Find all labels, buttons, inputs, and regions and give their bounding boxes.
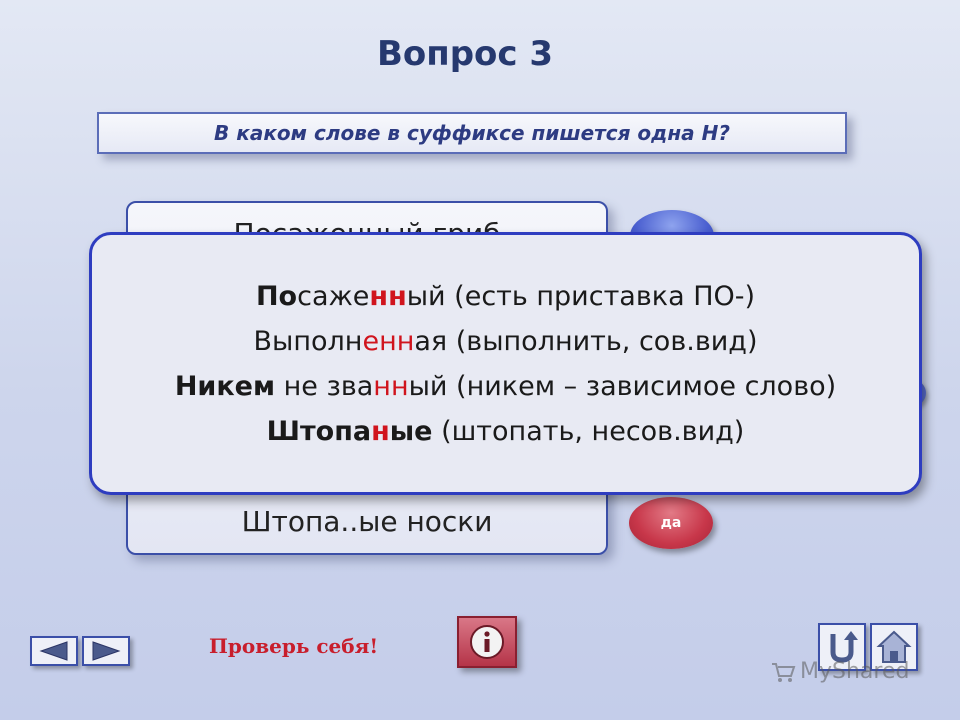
popup-line-2: Выполненная (выполнить, сов.вид) xyxy=(253,325,758,357)
popup-line-1: Посаженный (есть приставка ПО-) xyxy=(255,280,756,312)
watermark-text: MyShared xyxy=(800,659,910,684)
triangle-right-icon xyxy=(92,641,121,661)
triangle-left-icon xyxy=(39,641,68,661)
slide-navigation xyxy=(30,636,130,666)
prev-slide-button[interactable] xyxy=(30,636,78,666)
info-button[interactable] xyxy=(457,616,517,668)
yes-button-label: да xyxy=(660,515,682,531)
popup-line-3: Никем не званный (никем – зависимое слов… xyxy=(174,370,837,402)
answer-option-bottom: Штопа..ые носки xyxy=(241,505,493,538)
question-bar: В каком слове в суффиксе пишется одна Н? xyxy=(97,112,847,154)
check-yourself-label: Проверь себя! xyxy=(209,634,379,658)
watermark: MyShared xyxy=(770,659,909,684)
next-slide-button[interactable] xyxy=(82,636,130,666)
yes-button[interactable]: да xyxy=(629,497,713,549)
info-icon xyxy=(470,625,504,659)
explanation-popup: Посаженный (есть приставка ПО-) Выполнен… xyxy=(89,232,922,495)
question-text: В каком слове в суффиксе пишется одна Н? xyxy=(214,121,730,145)
popup-line-4: Штопаные (штопать, несов.вид) xyxy=(266,415,745,447)
slide-title: Вопрос 3 xyxy=(376,34,554,74)
cart-icon xyxy=(772,662,796,682)
